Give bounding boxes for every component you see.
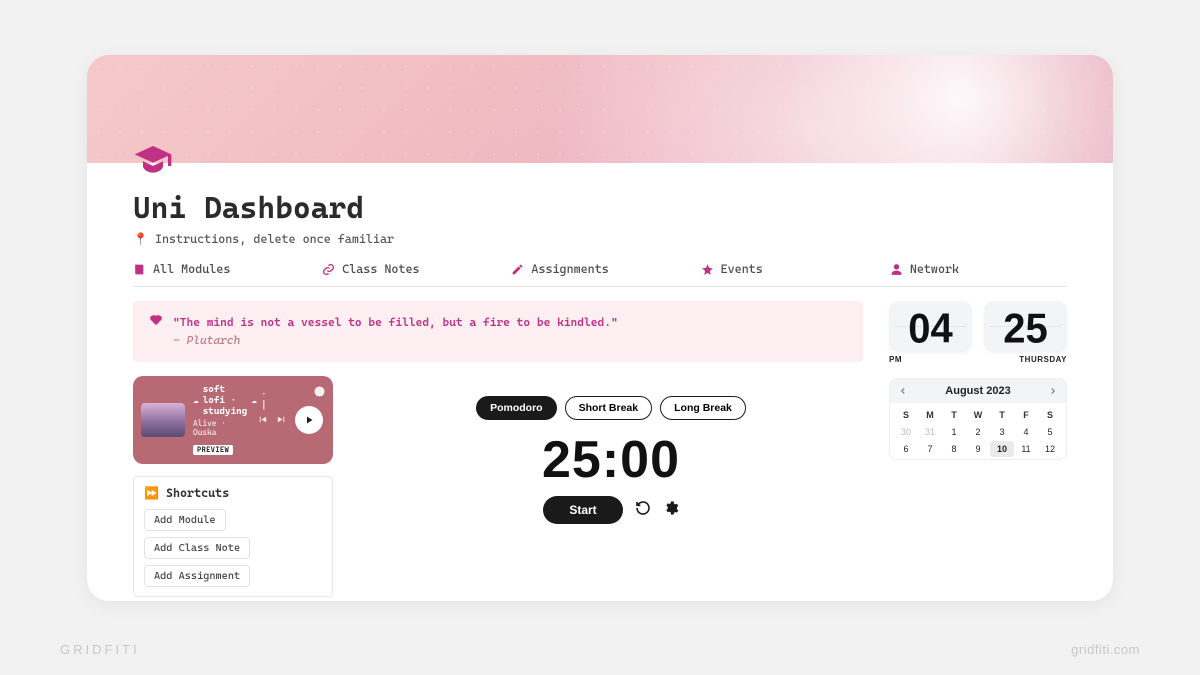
quote-text: "The mind is not a vessel to be filled, … xyxy=(173,313,618,331)
pomodoro-tab-long-break[interactable]: Long Break xyxy=(660,396,746,420)
cloud-icon: ☁ xyxy=(251,395,257,406)
book-icon xyxy=(133,263,146,276)
cal-month: August 2023 xyxy=(945,385,1010,397)
settings-icon[interactable] xyxy=(663,500,679,520)
mini-calendar: August 2023 SMTWTFS3031123456789101112 xyxy=(889,378,1067,460)
cal-dow: W xyxy=(966,407,990,423)
cal-day[interactable]: 12 xyxy=(1038,441,1062,457)
cal-dow: S xyxy=(894,407,918,423)
cal-day[interactable]: 4 xyxy=(1014,424,1038,440)
user-icon xyxy=(890,263,903,276)
cal-day[interactable]: 2 xyxy=(966,424,990,440)
cal-day[interactable]: 3 xyxy=(990,424,1014,440)
pomodoro-tabs: Pomodoro Short Break Long Break xyxy=(359,396,863,420)
cal-dow: T xyxy=(942,407,966,423)
preview-badge: PREVIEW xyxy=(193,445,233,455)
nav-item-all-modules[interactable]: All Modules xyxy=(133,262,310,276)
cal-day[interactable]: 11 xyxy=(1014,441,1038,457)
pomodoro-tab-pomodoro[interactable]: Pomodoro xyxy=(476,396,557,420)
instructions-toggle[interactable]: 📍 Instructions, delete once familiar xyxy=(133,232,1067,246)
image-footer: GRIDFITI gridfiti.com xyxy=(60,642,1140,657)
cover-image xyxy=(87,55,1113,163)
cal-next-icon[interactable] xyxy=(1048,386,1058,396)
clock-hour: 04 xyxy=(889,308,972,350)
footer-brand: GRIDFITI xyxy=(60,642,140,657)
nav-label: Assignments xyxy=(531,262,608,276)
cal-day[interactable]: 1 xyxy=(942,424,966,440)
clock-dayname: THURSDAY xyxy=(984,355,1067,364)
prev-track-icon[interactable] xyxy=(257,410,268,429)
album-art xyxy=(141,403,185,437)
cal-prev-icon[interactable] xyxy=(898,386,908,396)
cal-day[interactable]: 10 xyxy=(990,441,1014,457)
pin-icon: 📍 xyxy=(133,232,148,246)
divider xyxy=(133,286,1067,287)
link-icon xyxy=(322,263,335,276)
instructions-text: Instructions, delete once familiar xyxy=(155,232,394,246)
shortcuts-panel: ⏩ Shortcuts Add Module Add Class Note Add … xyxy=(133,476,333,597)
clock-minute: 25 xyxy=(984,308,1067,350)
flip-clock: 04 25 xyxy=(889,301,1067,351)
pencil-icon xyxy=(511,263,524,276)
shortcut-add-assignment[interactable]: Add Assignment xyxy=(144,565,250,587)
thought-icon xyxy=(149,313,163,350)
nav-item-class-notes[interactable]: Class Notes xyxy=(322,262,499,276)
pomodoro-tab-short-break[interactable]: Short Break xyxy=(565,396,653,420)
reset-icon[interactable] xyxy=(635,500,651,520)
nav-item-events[interactable]: Events xyxy=(701,262,878,276)
cal-day[interactable]: 31 xyxy=(918,424,942,440)
page-title: Uni Dashboard xyxy=(133,191,1067,226)
cloud-icon: ☁ xyxy=(193,395,199,406)
nav-links: All Modules Class Notes Assignments Events N… xyxy=(133,262,1067,276)
app-window: Uni Dashboard 📍 Instructions, delete onc… xyxy=(87,55,1113,601)
spotify-icon xyxy=(314,382,325,401)
cal-day[interactable]: 6 xyxy=(894,441,918,457)
pomodoro-timer: 25:00 xyxy=(359,430,863,490)
cal-day[interactable]: 5 xyxy=(1038,424,1062,440)
graduation-cap-icon xyxy=(133,141,173,181)
cal-day[interactable]: 9 xyxy=(966,441,990,457)
quote-author: - Plutarch xyxy=(173,331,618,349)
start-button[interactable]: Start xyxy=(543,496,622,524)
cal-day[interactable]: 30 xyxy=(894,424,918,440)
cal-day[interactable]: 8 xyxy=(942,441,966,457)
nav-item-network[interactable]: Network xyxy=(890,262,1067,276)
shortcut-add-module[interactable]: Add Module xyxy=(144,509,226,531)
nav-label: All Modules xyxy=(153,262,230,276)
cal-day[interactable]: 7 xyxy=(918,441,942,457)
track-title: soft lofi · studying xyxy=(203,384,248,417)
next-track-icon[interactable] xyxy=(276,410,287,429)
music-widget[interactable]: ☁ soft lofi · studying ☁ · | Alive · Ous… xyxy=(133,376,333,464)
track-subtitle: Alive · Ouska xyxy=(193,419,249,437)
nav-label: Events xyxy=(721,262,763,276)
play-button[interactable] xyxy=(295,406,323,434)
cal-dow: T xyxy=(990,407,1014,423)
nav-label: Network xyxy=(910,262,959,276)
nav-label: Class Notes xyxy=(342,262,419,276)
quote-callout: "The mind is not a vessel to be filled, … xyxy=(133,301,863,362)
nav-item-assignments[interactable]: Assignments xyxy=(511,262,688,276)
fast-forward-icon: ⏩ xyxy=(144,486,159,500)
cal-dow: F xyxy=(1014,407,1038,423)
star-icon xyxy=(701,263,714,276)
shortcut-add-class-note[interactable]: Add Class Note xyxy=(144,537,250,559)
shortcuts-title: Shortcuts xyxy=(166,486,229,500)
clock-ampm: PM xyxy=(889,355,972,364)
cal-dow: S xyxy=(1038,407,1062,423)
cal-dow: M xyxy=(918,407,942,423)
footer-url: gridfiti.com xyxy=(1071,642,1140,657)
